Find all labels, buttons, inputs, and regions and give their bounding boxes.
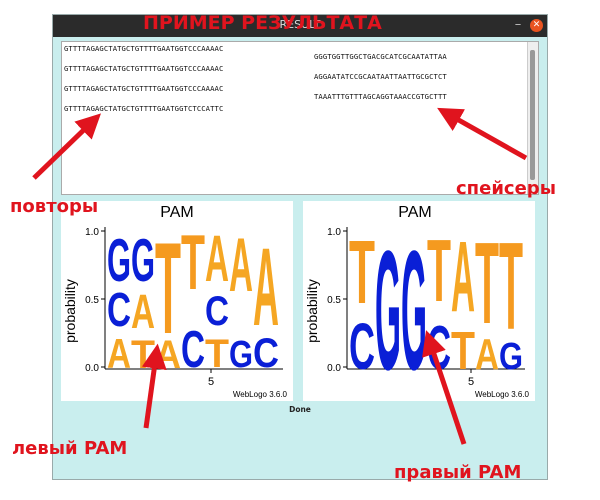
- arrow-spacers: [437, 107, 528, 161]
- arrow-repeats: [32, 113, 101, 180]
- annotation-arrows: [32, 107, 528, 445]
- arrow-left-pam: [141, 343, 167, 429]
- arrow-right-pam: [422, 330, 467, 445]
